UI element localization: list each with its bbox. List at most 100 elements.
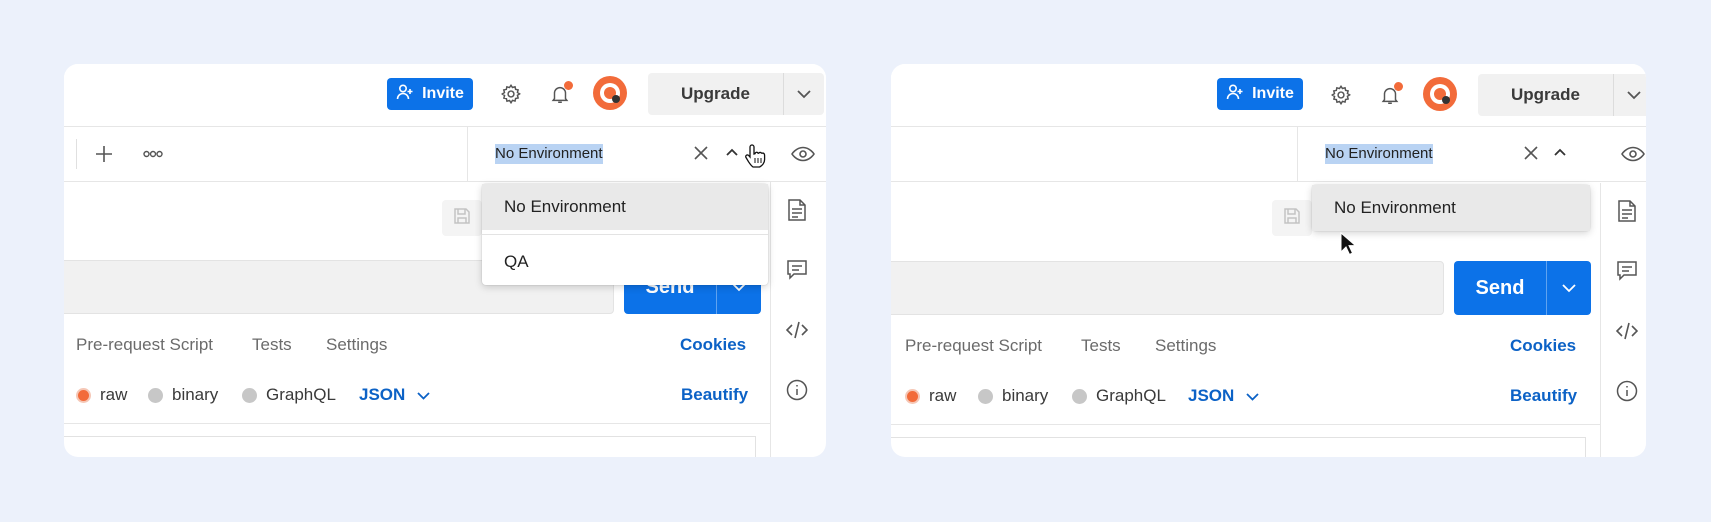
- right-sidebar: [770, 182, 823, 457]
- comments-icon[interactable]: [785, 258, 809, 282]
- tab-row: No Environment: [64, 127, 826, 182]
- upgrade-button-group: Upgrade: [648, 73, 824, 115]
- left-screenshot-panel: Invite Upgrade No Environment Send Pre-r…: [64, 64, 826, 457]
- environment-selector[interactable]: No Environment: [467, 127, 775, 181]
- notification-dot: [564, 81, 573, 90]
- chevron-down-icon: [1246, 386, 1259, 406]
- environment-dropdown-menu: No Environment QA: [482, 184, 768, 285]
- invite-label: Invite: [1252, 85, 1294, 102]
- environment-chevron-up-icon[interactable]: [724, 144, 740, 165]
- send-button[interactable]: Send: [1454, 261, 1547, 315]
- environment-chevron-up-icon[interactable]: [1552, 144, 1568, 165]
- request-url-input[interactable]: [891, 261, 1444, 315]
- request-body-editor[interactable]: [64, 436, 756, 457]
- code-snippet-icon[interactable]: [785, 318, 809, 342]
- info-icon[interactable]: [785, 378, 809, 402]
- avatar[interactable]: [593, 76, 627, 110]
- upgrade-button-group: Upgrade: [1478, 74, 1646, 116]
- settings-gear-icon[interactable]: [1329, 83, 1353, 107]
- header-bar: Invite Upgrade: [891, 64, 1646, 127]
- tab-settings[interactable]: Settings: [326, 335, 387, 355]
- environment-option-no-environment[interactable]: No Environment: [1312, 185, 1590, 231]
- radio-graphql-label: GraphQL: [1096, 386, 1166, 405]
- notifications-bell-icon[interactable]: [548, 81, 573, 106]
- divider: [482, 234, 768, 235]
- body-format-select[interactable]: JSON: [359, 385, 430, 405]
- save-icon: [1283, 207, 1301, 230]
- radio-graphql[interactable]: GraphQL: [1072, 386, 1166, 406]
- radio-graphql[interactable]: GraphQL: [242, 385, 336, 405]
- arrow-cursor-icon: [1340, 231, 1357, 261]
- radio-indicator: [148, 387, 163, 403]
- tab-row: No Environment: [891, 127, 1646, 182]
- code-snippet-icon[interactable]: [1615, 319, 1639, 343]
- info-icon[interactable]: [1615, 379, 1639, 403]
- environment-selector-value: No Environment: [495, 144, 603, 164]
- settings-gear-icon[interactable]: [499, 82, 523, 106]
- tab-settings[interactable]: Settings: [1155, 336, 1216, 356]
- upgrade-menu-chevron-down-icon[interactable]: [1614, 90, 1646, 100]
- tab-divider: [76, 139, 77, 169]
- add-user-icon: [396, 83, 414, 106]
- upgrade-button[interactable]: Upgrade: [1478, 74, 1614, 116]
- tab-tests[interactable]: Tests: [1081, 336, 1121, 356]
- save-button[interactable]: [1272, 200, 1312, 236]
- radio-raw-label: raw: [100, 385, 128, 404]
- tab-pre-request-script[interactable]: Pre-request Script: [905, 336, 1042, 356]
- new-tab-plus-icon[interactable]: [93, 143, 115, 165]
- radio-binary[interactable]: binary: [148, 385, 218, 405]
- radio-raw[interactable]: raw: [905, 386, 956, 406]
- environment-option-qa[interactable]: QA: [482, 239, 768, 285]
- clear-environment-close-icon[interactable]: [692, 144, 710, 167]
- radio-selected-indicator: [76, 387, 91, 403]
- cookies-link[interactable]: Cookies: [1510, 336, 1576, 356]
- invite-button[interactable]: Invite: [387, 78, 473, 110]
- hand-pointer-cursor-icon: [744, 143, 768, 174]
- upgrade-menu-chevron-down-icon[interactable]: [784, 89, 824, 99]
- radio-binary[interactable]: binary: [978, 386, 1048, 406]
- beautify-link[interactable]: Beautify: [1510, 386, 1577, 406]
- send-options-chevron-down-icon[interactable]: [1547, 283, 1591, 293]
- environment-selector[interactable]: No Environment: [1297, 127, 1594, 181]
- divider: [64, 423, 770, 424]
- more-tabs-ellipsis-icon[interactable]: [141, 143, 165, 165]
- radio-binary-label: binary: [172, 385, 219, 404]
- tab-tests[interactable]: Tests: [252, 335, 292, 355]
- comments-icon[interactable]: [1615, 259, 1639, 283]
- environment-quick-look-eye-icon[interactable]: [791, 143, 815, 165]
- right-screenshot-panel: Invite Upgrade No Environment Send Pre-r…: [891, 64, 1646, 457]
- add-user-icon: [1226, 83, 1244, 106]
- request-body-editor[interactable]: [891, 437, 1586, 457]
- header-bar: Invite Upgrade: [64, 64, 826, 127]
- invite-label: Invite: [422, 85, 464, 102]
- radio-binary-label: binary: [1002, 386, 1049, 405]
- body-format-select[interactable]: JSON: [1188, 386, 1259, 406]
- radio-indicator: [242, 387, 257, 403]
- cookies-link[interactable]: Cookies: [680, 335, 746, 355]
- radio-indicator: [978, 388, 993, 404]
- body-format-value: JSON: [1188, 386, 1235, 405]
- documentation-icon[interactable]: [1615, 199, 1639, 223]
- notifications-bell-icon[interactable]: [1378, 82, 1403, 107]
- send-button-group: Send: [1454, 261, 1591, 315]
- upgrade-button[interactable]: Upgrade: [648, 73, 784, 115]
- radio-raw[interactable]: raw: [76, 385, 127, 405]
- environment-quick-look-eye-icon[interactable]: [1621, 143, 1645, 165]
- avatar[interactable]: [1423, 77, 1457, 111]
- environment-selector-value: No Environment: [1325, 144, 1433, 164]
- clear-environment-close-icon[interactable]: [1522, 144, 1540, 167]
- right-sidebar: [1600, 183, 1646, 457]
- tab-pre-request-script[interactable]: Pre-request Script: [76, 335, 213, 355]
- environment-option-no-environment[interactable]: No Environment: [482, 184, 768, 230]
- save-icon: [453, 207, 471, 230]
- environment-dropdown-menu: No Environment: [1312, 185, 1590, 231]
- save-button[interactable]: [442, 200, 482, 236]
- radio-selected-indicator: [905, 388, 920, 404]
- radio-indicator: [1072, 388, 1087, 404]
- notification-dot: [1394, 82, 1403, 91]
- radio-raw-label: raw: [929, 386, 957, 405]
- beautify-link[interactable]: Beautify: [681, 385, 748, 405]
- invite-button[interactable]: Invite: [1217, 78, 1303, 110]
- radio-graphql-label: GraphQL: [266, 385, 336, 404]
- documentation-icon[interactable]: [785, 198, 809, 222]
